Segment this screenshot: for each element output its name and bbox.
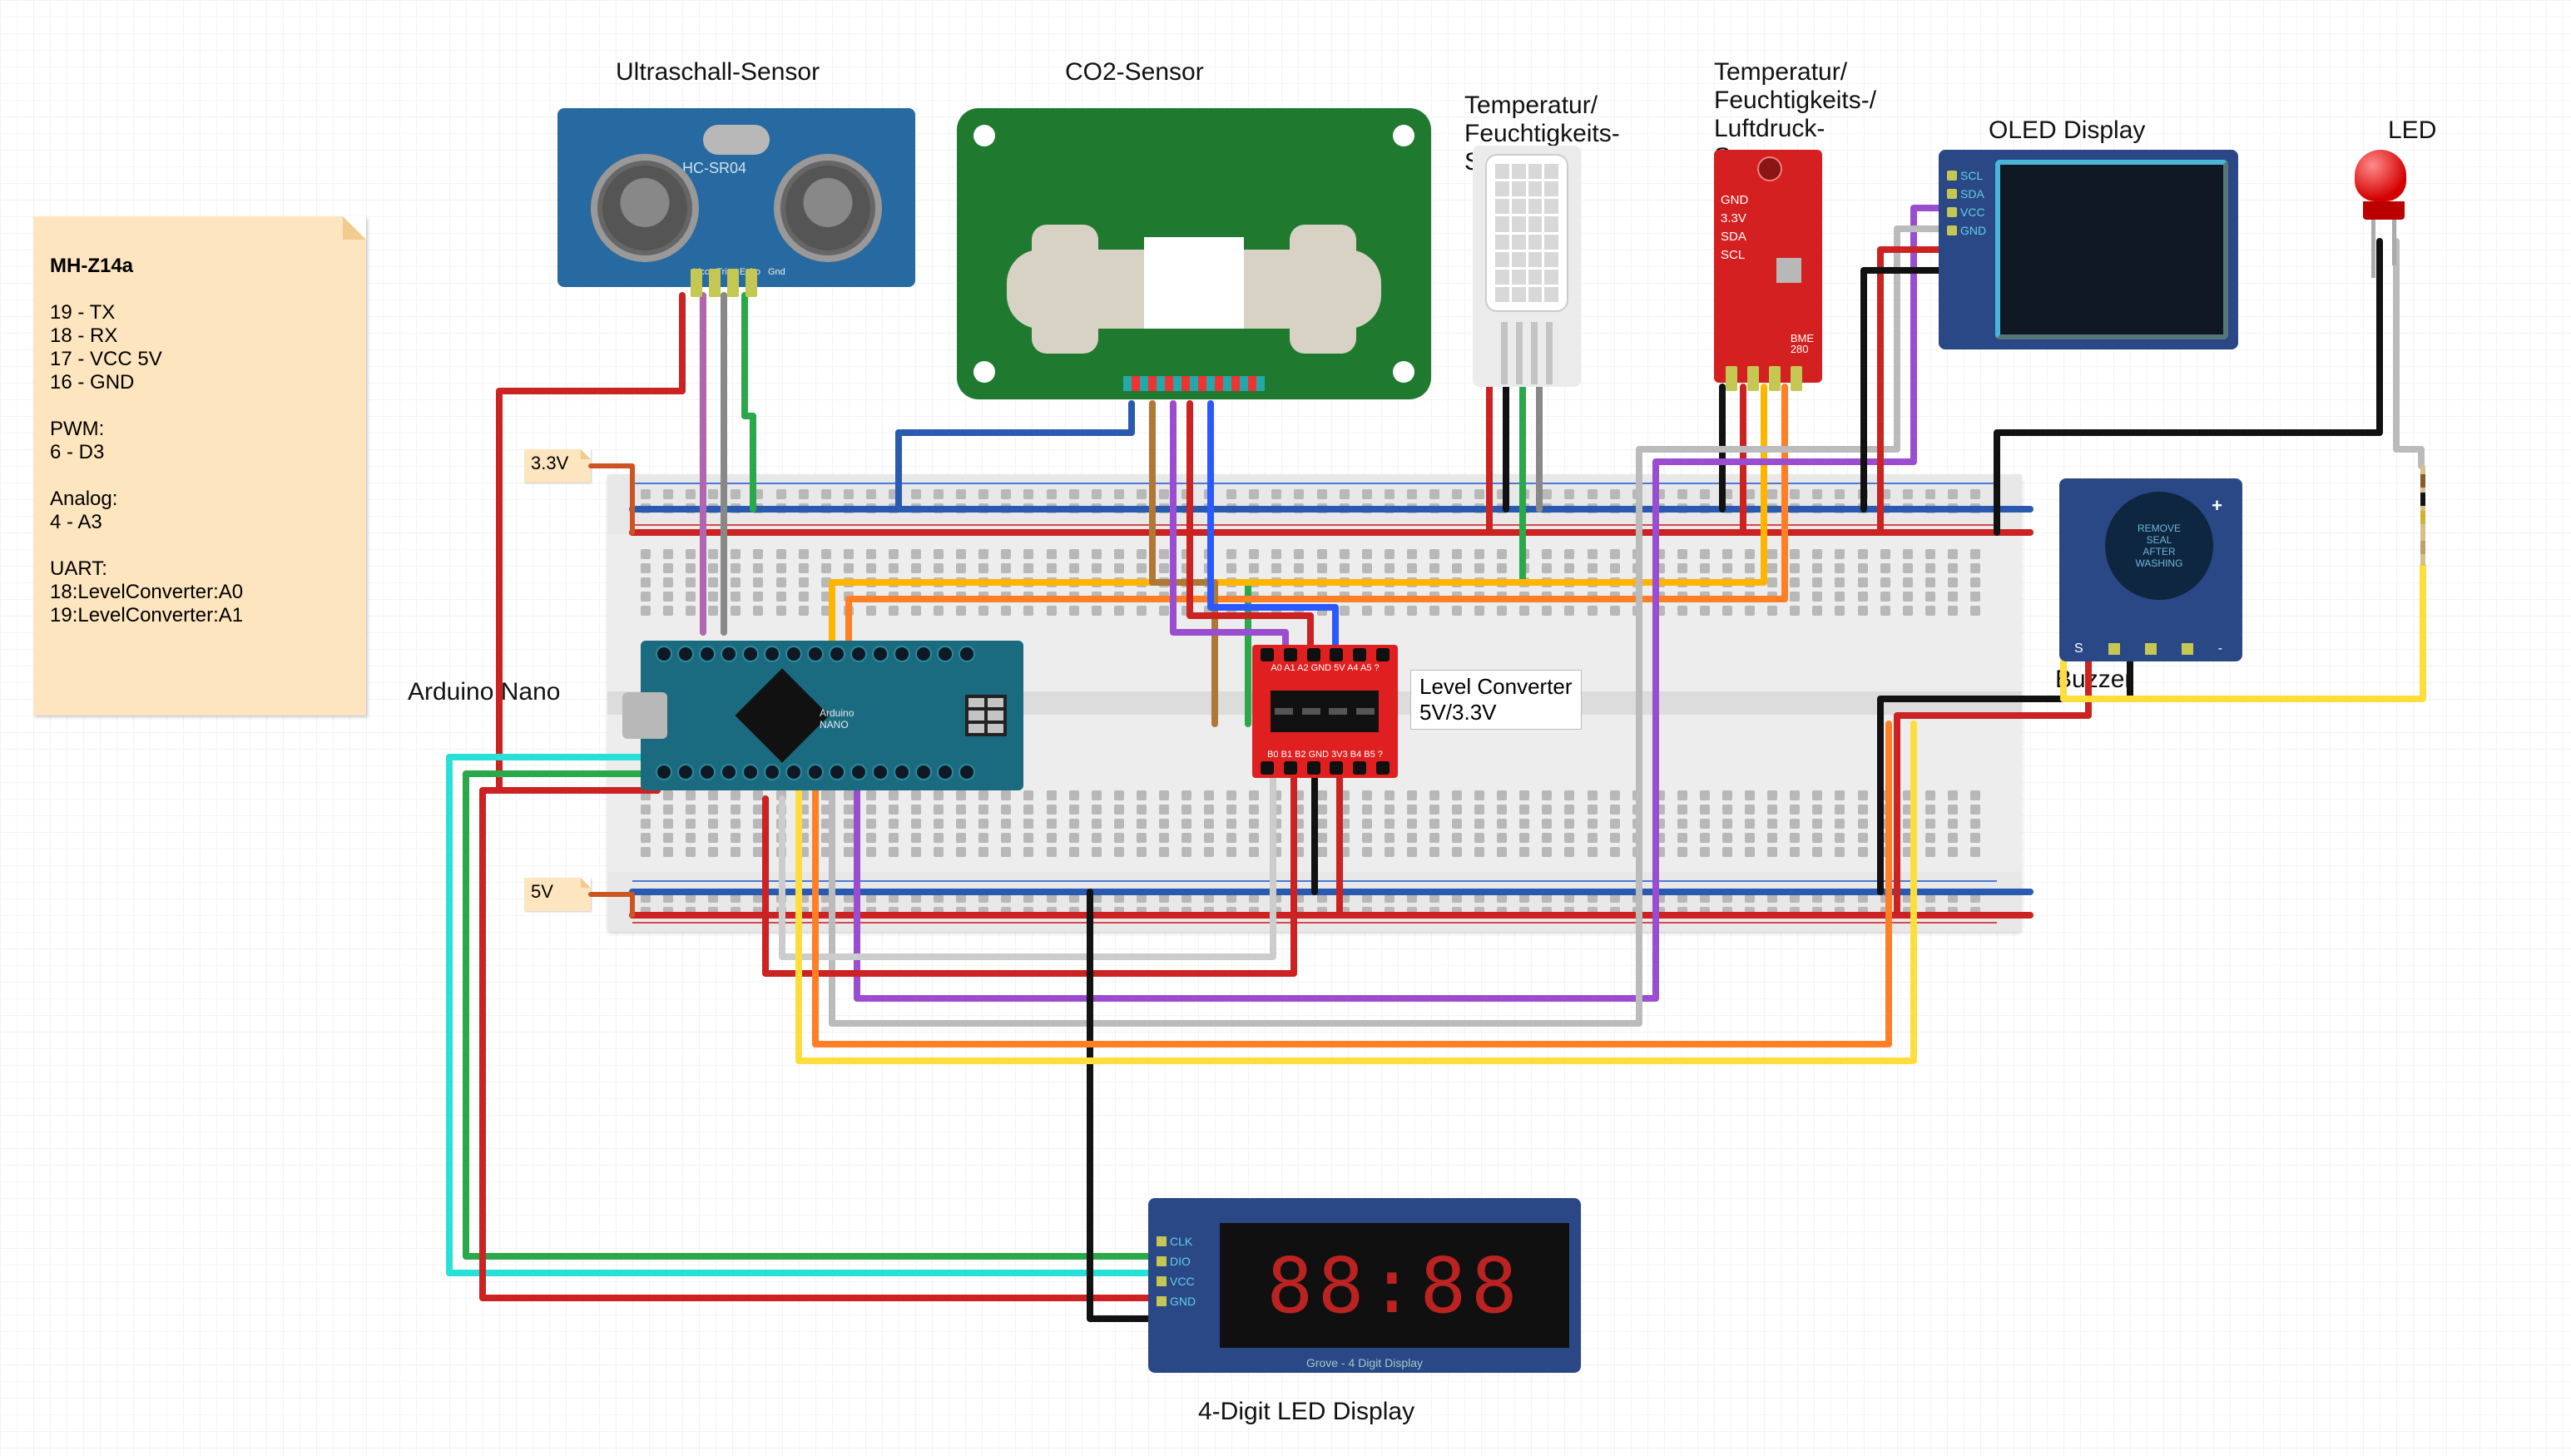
buzzer-module: + REMOVE SEAL AFTER WASHING S -: [2059, 478, 2242, 661]
oled-pin-3: GND: [1960, 221, 1986, 240]
note-line-1: 18 - RX: [50, 324, 117, 347]
dht-sensor: [1473, 146, 1581, 387]
bme-pin-2: SDA: [1721, 228, 1748, 246]
nano-label-text: Arduino Nano: [408, 678, 560, 706]
buzzer-label: Buzzer: [2055, 666, 2133, 694]
oled-display: SCL SDA VCC GND: [1939, 150, 2238, 349]
led-label: LED: [2388, 116, 2436, 145]
note-line-5: PWM:: [50, 418, 104, 440]
note-title: MH-Z14a: [50, 255, 133, 277]
buz-pin-s: S: [2074, 641, 2083, 656]
ultrasonic-label: Ultraschall-Sensor: [616, 58, 820, 87]
buzzer-seal-text: REMOVE SEAL AFTER WASHING: [2136, 522, 2183, 569]
co2-sensor: [957, 108, 1431, 399]
note-line-8: Analog:: [50, 488, 117, 510]
led: [2355, 150, 2413, 250]
note-line-12: 18:LevelConverter:A0: [50, 581, 243, 603]
ultrasonic-model: HC-SR04: [682, 160, 746, 177]
co2-label: CO2-Sensor: [1065, 58, 1204, 87]
four-digit-label: 4-Digit LED Display: [1198, 1398, 1414, 1426]
bme-pin-1: 3.3V: [1721, 210, 1748, 228]
oled-label: OLED Display: [1989, 116, 2145, 145]
us-pin-3: Gnd: [768, 267, 785, 277]
digi-pin-3: GND: [1170, 1291, 1196, 1311]
digi-pin-2: VCC: [1170, 1271, 1195, 1291]
pinout-note: MH-Z14a 19 - TX 18 - RX 17 - VCC 5V 16 -…: [33, 216, 366, 716]
ultrasonic-sensor: HC-SR04 Vcc Trig Echo Gnd: [557, 108, 915, 287]
four-digit-display: CLK DIO VCC GND 88:88 Grove - 4 Digit Di…: [1148, 1198, 1581, 1373]
buz-pin-minus: -: [2218, 641, 2222, 656]
bme-pin-3: SCL: [1721, 246, 1748, 265]
note-line-2: 17 - VCC 5V: [50, 348, 162, 370]
digi-value: 88:88: [1220, 1223, 1569, 1348]
oled-pin-1: SDA: [1960, 185, 1984, 203]
note-line-6: 6 - D3: [50, 441, 104, 463]
arduino-nano: Arduino NANO: [641, 641, 1023, 790]
bme-pin-0: GND: [1721, 191, 1748, 210]
oled-pin-2: VCC: [1960, 203, 1985, 221]
digi-pin-1: DIO: [1170, 1251, 1191, 1271]
bme-chip-label: BME 280: [1791, 333, 1814, 354]
level-converter-label: Level Converter 5V/3.3V: [1410, 670, 1582, 730]
bme280-sensor: GND 3.3V SDA SCL BME 280: [1714, 150, 1822, 383]
digi-silk: Grove - 4 Digit Display: [1148, 1356, 1581, 1369]
note-line-9: 4 - A3: [50, 511, 102, 533]
nano-silk: Arduino NANO: [820, 707, 854, 730]
oled-pin-0: SCL: [1960, 166, 1983, 185]
lvl-top-silk: A0 A1 A2 GND 5V A4 A5 ?: [1252, 663, 1398, 673]
lvl-bot-silk: B0 B1 B2 GND 3V3 B4 B5 ?: [1252, 750, 1398, 760]
note-line-3: 16 - GND: [50, 371, 134, 394]
note-line-13: 19:LevelConverter:A1: [50, 604, 243, 626]
tag-3v3: 3.3V: [524, 449, 591, 483]
tag-5v: 5V: [524, 878, 591, 911]
resistor: [2413, 466, 2433, 566]
note-line-0: 19 - TX: [50, 301, 115, 324]
level-converter: A0 A1 A2 GND 5V A4 A5 ? B0 B1 B2 GND 3V3…: [1252, 645, 1398, 778]
digi-pin-0: CLK: [1170, 1231, 1192, 1251]
note-line-11: UART:: [50, 557, 107, 580]
